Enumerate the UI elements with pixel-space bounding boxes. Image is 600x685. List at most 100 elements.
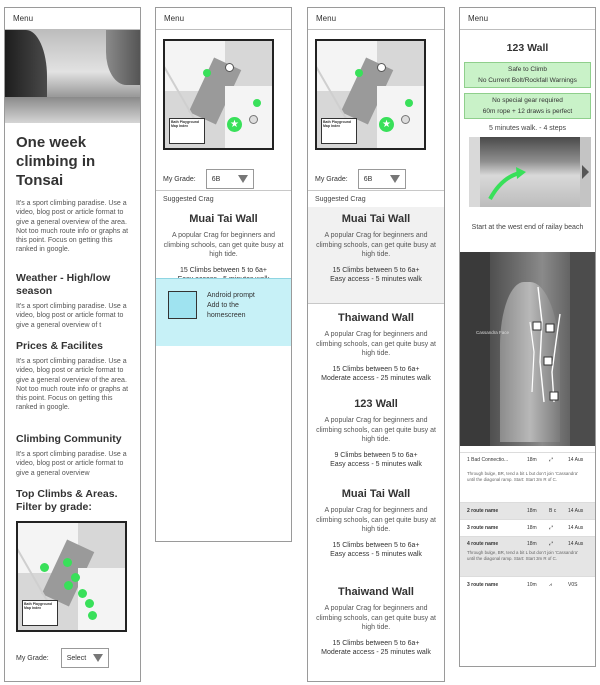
grade-icon: ⩘: [549, 582, 552, 588]
gear-requirement: No special gear required: [492, 97, 563, 104]
top-climbs-heading: Top Climbs & Areas. Filter by grade:: [16, 488, 118, 513]
photo-next-button[interactable]: [580, 137, 591, 207]
chevron-down-icon: [389, 175, 400, 183]
crag-marker[interactable]: [88, 611, 97, 620]
menu-button[interactable]: Menu: [5, 8, 140, 30]
crag-marker[interactable]: [63, 558, 72, 567]
screen-grade-filter-prompt: Menu ★ Bath Playground Map Index My Grad…: [155, 7, 292, 542]
map-legend: Bath Playground Map Index: [22, 600, 58, 626]
menu-button[interactable]: Menu: [156, 8, 291, 30]
crag-description: A popular Crag for beginners and climbin…: [316, 605, 436, 631]
crag-description: A popular Crag for beginners and climbin…: [316, 232, 436, 258]
area-map[interactable]: ★ Bath Playground Map Index: [163, 39, 274, 150]
route-row[interactable]: 3 route name 18m ⤢ 14 Aus: [460, 519, 595, 536]
crag-name: Thaiwand Wall: [338, 586, 414, 598]
photo-prev-button[interactable]: [469, 137, 480, 207]
community-text: It's a sport climbing paradise. Use a vi…: [16, 451, 127, 477]
crag-marker[interactable]: [401, 115, 410, 124]
crag-marker[interactable]: [85, 599, 94, 608]
hero-image: [5, 30, 140, 123]
route-length: 18m: [527, 541, 537, 547]
route-length: 10m: [527, 582, 537, 588]
crag-marker[interactable]: [64, 581, 73, 590]
route-length: 18m: [527, 525, 537, 531]
menu-button[interactable]: Menu: [460, 8, 595, 30]
crag-climbs: 15 Climbs between 5 to 6a+: [180, 266, 267, 274]
crag-description: A popular Crag for beginners and climbin…: [316, 331, 436, 357]
grade-select[interactable]: 6B: [357, 169, 406, 189]
intro-text: It's a sport climbing paradise. Use a vi…: [16, 200, 129, 254]
crag-card[interactable]: 123 Wall A popular Crag for beginners an…: [308, 398, 444, 469]
selected-crag-marker[interactable]: ★: [379, 117, 394, 132]
area-map[interactable]: ★ Bath Playground Map Index: [315, 39, 426, 150]
crag-marker[interactable]: [40, 563, 49, 572]
route-name: 3 route name: [467, 582, 499, 588]
walk-info: 5 minutes walk. - 4 steps: [488, 125, 567, 132]
route-row[interactable]: 3 route name 10m ⩘ V0S: [460, 576, 595, 593]
android-install-prompt[interactable]: Android prompt Add to the homescreen: [156, 278, 291, 346]
chevron-down-icon: [237, 175, 248, 183]
crag-topo-image[interactable]: Cassandra Face: [460, 252, 595, 446]
screen-wall-detail: Menu 123 Wall Safe to Climb No Current B…: [459, 7, 596, 667]
grade-filter: My Grade: 6B: [163, 169, 254, 189]
menu-label: Menu: [468, 14, 489, 23]
grade-select[interactable]: Select: [60, 648, 109, 668]
grade-filter: My Grade: Select: [16, 648, 109, 668]
crag-marker[interactable]: [203, 69, 211, 77]
weather-text: It's a sport climbing paradise. Use a vi…: [16, 303, 127, 329]
approach-photo[interactable]: [480, 137, 580, 207]
grade-icon: ⤢: [549, 457, 554, 463]
route-row[interactable]: 1 Bad Connectio... 18m ⤢ 14 Aus Through …: [460, 452, 595, 502]
crag-card[interactable]: Muai Tai Wall A popular Crag for beginne…: [308, 488, 444, 559]
menu-button[interactable]: Menu: [308, 8, 444, 30]
grade-select[interactable]: 6B: [205, 169, 254, 189]
area-map[interactable]: Bath Playground Map Index: [16, 521, 127, 632]
prices-heading: Prices & Facilites: [16, 340, 103, 352]
crag-marker[interactable]: [253, 99, 261, 107]
crag-card[interactable]: Thaiwand Wall A popular Crag for beginne…: [308, 312, 444, 383]
crag-card[interactable]: Muai Tai Wall A popular Crag for beginne…: [156, 213, 291, 284]
crag-name: Thaiwand Wall: [338, 312, 414, 324]
grade-select-value: Select: [66, 654, 87, 662]
crag-marker[interactable]: [249, 115, 258, 124]
start-info: Start at the west end of railay beach: [471, 224, 584, 231]
crag-access: Moderate access - 25 minutes walk: [321, 648, 431, 656]
screen-tonsai-guide: Menu One week climbing in Tonsai It's a …: [4, 7, 141, 682]
crag-card[interactable]: Thaiwand Wall A popular Crag for beginne…: [308, 586, 444, 657]
route-bolts: 14 Aus: [568, 541, 584, 547]
safety-status: Safe to Climb: [507, 66, 548, 73]
crag-description: A popular Crag for beginners and climbin…: [163, 232, 284, 258]
route-name: 3 route name: [467, 525, 499, 531]
crag-card[interactable]: Muai Tai Wall A popular Crag for beginne…: [308, 207, 444, 303]
route-name: 4 route name: [467, 541, 499, 547]
weather-heading: Weather - High/low season: [16, 272, 111, 297]
crag-marker[interactable]: [377, 63, 386, 72]
crag-access: Moderate access - 25 minutes walk: [321, 374, 431, 382]
crag-climbs: 15 Climbs between 5 to 6a+: [332, 541, 420, 549]
grade-select-value: 6B: [211, 175, 221, 183]
suggested-crag-label: Suggested Crag: [308, 190, 444, 208]
route-row[interactable]: 2 route name 18m B c 14 Aus: [460, 502, 595, 519]
selected-crag-marker[interactable]: ★: [227, 117, 242, 132]
route-bolts: 14 Aus: [568, 525, 584, 531]
crag-description: A popular Crag for beginners and climbin…: [316, 417, 436, 443]
gear-info-box: No special gear required 60m rope + 12 d…: [464, 93, 591, 119]
grade-label: My Grade:: [315, 175, 348, 183]
route-row[interactable]: 4 route name 18m ⤢ 14 Aus Through bulge,…: [460, 536, 595, 576]
grade-icon: ⤢: [549, 541, 554, 547]
crag-caption: Cassandra Face: [476, 330, 510, 335]
map-legend: Bath Playground Map Index: [169, 118, 205, 144]
route-name: 2 route name: [467, 508, 499, 514]
crag-marker[interactable]: [78, 589, 87, 598]
crag-name: Muai Tai Wall: [341, 213, 411, 225]
chevron-down-icon: [92, 654, 103, 662]
route-lines-icon: [529, 286, 561, 403]
crag-marker[interactable]: [355, 69, 363, 77]
crag-marker[interactable]: [71, 573, 80, 582]
crag-marker[interactable]: [405, 99, 413, 107]
app-icon: [168, 291, 197, 319]
route-description: Through bulge, BR, tend a bit L but don'…: [467, 550, 578, 561]
crag-marker[interactable]: [225, 63, 234, 72]
crag-name: Muai Tai Wall: [341, 488, 411, 500]
crag-climbs: 15 Climbs between 5 to 6a+: [332, 266, 420, 274]
